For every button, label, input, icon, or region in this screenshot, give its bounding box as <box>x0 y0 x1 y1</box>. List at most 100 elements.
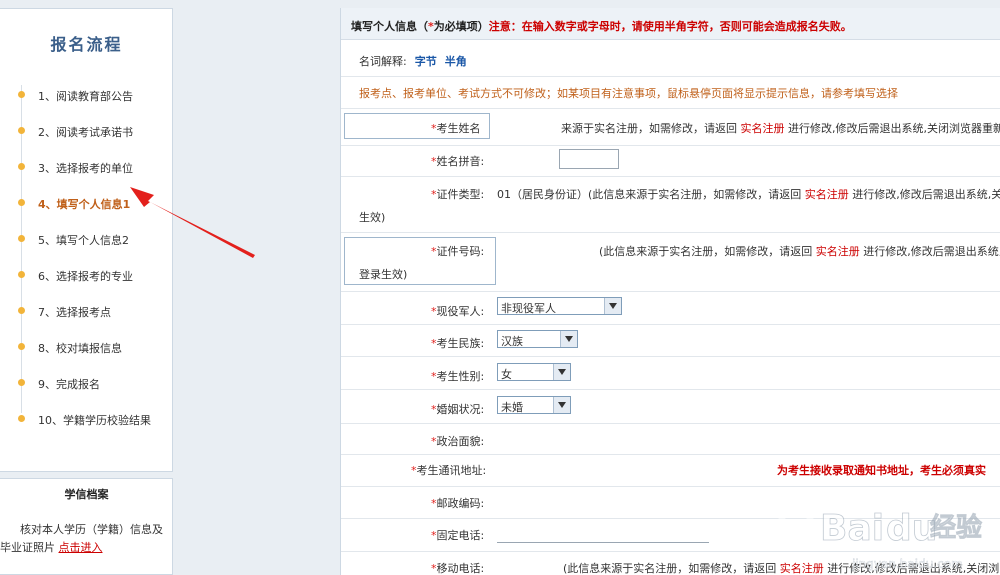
realname-register-link[interactable]: 实名注册 <box>741 122 785 135</box>
step-dot-icon <box>18 379 25 386</box>
select-value: 非现役军人 <box>501 302 556 315</box>
xuexin-description: 核对本人学历（学籍）信息及 <box>20 523 163 536</box>
step-dot-icon <box>18 127 25 134</box>
divider <box>341 176 1000 177</box>
divider <box>341 389 1000 390</box>
step-dot-icon <box>18 91 25 98</box>
info-text: 进行修改,修改后需退出系统, <box>859 245 1000 258</box>
title-text-2: 为必填项） <box>433 20 489 33</box>
xuexin-enter-link[interactable]: 点击进入 <box>59 541 103 554</box>
address-label-text: 考生通讯地址: <box>416 464 487 477</box>
id-number-info-2: 登录生效) <box>359 268 408 281</box>
watermark-brand: Bai <box>820 508 884 549</box>
id-number-label: *证件号码: <box>431 243 484 259</box>
glossary-link-halfwidth[interactable]: 半角 <box>445 55 467 68</box>
soldier-select[interactable]: 非现役军人 <box>497 297 622 315</box>
select-value: 汉族 <box>501 335 523 348</box>
title-text: 填写个人信息（ <box>351 20 428 33</box>
step-label: 9、完成报名 <box>38 378 100 391</box>
divider <box>341 76 1000 77</box>
divider <box>341 486 1000 487</box>
pinyin-label-text: 姓名拼音: <box>436 155 485 168</box>
divider <box>341 291 1000 292</box>
step-label: 4、填写个人信息1 <box>38 198 131 211</box>
id-type-info-2: 生效) <box>359 211 386 224</box>
name-info: 来源于实名注册，如需修改，请返回 实名注册 进行修改,修改后需退出系统,关闭浏览… <box>561 120 1000 136</box>
chevron-down-icon <box>553 397 570 413</box>
id-number-label-text: 证件号码: <box>436 245 485 258</box>
realname-register-link[interactable]: 实名注册 <box>816 245 860 258</box>
nation-label-text: 考生民族: <box>436 337 485 350</box>
step-1[interactable]: 1、阅读教育部公告 <box>0 85 173 105</box>
id-type-label-text: 证件类型: <box>436 188 485 201</box>
marriage-label: *婚姻状况: <box>431 401 484 417</box>
id-type-info: 01（居民身份证）(此信息来源于实名注册，如需修改，请返回 实名注册 进行修改,… <box>497 186 1000 202</box>
name-label-text: 考生姓名 <box>436 122 481 135</box>
glossary-label: 名词解释: <box>359 55 407 68</box>
step-3[interactable]: 3、选择报考的单位 <box>0 157 173 177</box>
id-number-info: (此信息来源于实名注册，如需修改，请返回 实名注册 进行修改,修改后需退出系统, <box>599 243 1000 259</box>
chevron-down-icon <box>604 298 621 314</box>
step-dot-icon <box>18 163 25 170</box>
watermark-url: jingyan.baidu.com <box>851 557 963 571</box>
address-notice: 为考生接收录取通知书地址，考生必须真实 <box>777 464 986 477</box>
pinyin-label: *姓名拼音: <box>431 153 484 169</box>
divider <box>341 454 1000 455</box>
step-dot-icon <box>18 235 25 242</box>
info-text: 进行修改,修改后需退出系统,关闭 <box>848 188 1000 201</box>
baidu-jingyan-watermark: Bai du 经验 jingyan.baidu.com <box>776 496 982 571</box>
step-2[interactable]: 2、阅读考试承诺书 <box>0 121 173 141</box>
name-label: *考生姓名 <box>431 120 481 136</box>
mobile-label: *移动电话: <box>431 560 484 575</box>
nation-label: *考生民族: <box>431 335 484 351</box>
id-type-label: *证件类型: <box>431 186 484 202</box>
chevron-down-icon <box>560 331 577 347</box>
xuexin-archive-box: 学信档案 核对本人学历（学籍）信息及 毕业证照片 点击进入 <box>0 478 173 575</box>
glossary-link-byte[interactable]: 字节 <box>415 55 437 68</box>
marriage-label-text: 婚姻状况: <box>436 403 485 416</box>
marriage-select[interactable]: 未婚 <box>497 396 571 414</box>
gender-select[interactable]: 女 <box>497 363 571 381</box>
form-header: 填写个人信息（*为必填项）注意：在输入数字或字母时，请使用半角字符，否则可能会造… <box>341 8 1000 40</box>
step-label: 2、阅读考试承诺书 <box>38 126 133 139</box>
sidebar-title: 报名流程 <box>50 35 123 54</box>
mobile-label-text: 移动电话: <box>436 562 485 575</box>
phone-input[interactable] <box>497 523 709 543</box>
gender-label-text: 考生性别: <box>436 370 485 383</box>
glossary-bar: 名词解释: 字节 半角 <box>359 53 467 69</box>
step-6[interactable]: 6、选择报考的专业 <box>0 265 173 285</box>
postcode-label-text: 邮政编码: <box>436 497 485 510</box>
realname-register-link[interactable]: 实名注册 <box>805 188 849 201</box>
step-dot-icon <box>18 271 25 278</box>
step-dot-icon <box>18 415 25 422</box>
divider <box>341 356 1000 357</box>
divider <box>341 232 1000 233</box>
step-8[interactable]: 8、校对填报信息 <box>0 337 173 357</box>
form-title: 填写个人信息（*为必填项）注意：在输入数字或字母时，请使用半角字符，否则可能会造… <box>351 18 852 34</box>
step-10[interactable]: 10、学籍学历校验结果 <box>0 409 173 429</box>
soldier-label-text: 现役军人: <box>436 305 485 318</box>
step-label: 5、填写个人信息2 <box>38 234 129 247</box>
step-dot-icon <box>18 199 25 206</box>
step-label: 8、校对填报信息 <box>38 342 122 355</box>
nation-select[interactable]: 汉族 <box>497 330 578 348</box>
step-label: 7、选择报考点 <box>38 306 111 319</box>
step-7[interactable]: 7、选择报考点 <box>0 301 173 321</box>
step-9[interactable]: 9、完成报名 <box>0 373 173 393</box>
chevron-down-icon <box>553 364 570 380</box>
xuexin-photo-text: 毕业证照片 <box>0 541 55 554</box>
address-label: *考生通讯地址: <box>411 462 486 478</box>
step-label: 10、学籍学历校验结果 <box>38 414 151 427</box>
pinyin-input[interactable] <box>559 149 619 169</box>
step-label: 6、选择报考的专业 <box>38 270 133 283</box>
phone-label-text: 固定电话: <box>436 529 485 542</box>
step-dot-icon <box>18 307 25 314</box>
phone-label: *固定电话: <box>431 527 484 543</box>
info-text: 01（居民身份证）(此信息来源于实名注册，如需修改，请返回 <box>497 188 805 201</box>
xuexin-description-2: 毕业证照片 点击进入 <box>0 539 103 555</box>
gender-label: *考生性别: <box>431 368 484 384</box>
postcode-label: *邮政编码: <box>431 495 484 511</box>
step-dot-icon <box>18 343 25 350</box>
divider <box>341 423 1000 424</box>
soldier-label: *现役军人: <box>431 303 484 319</box>
